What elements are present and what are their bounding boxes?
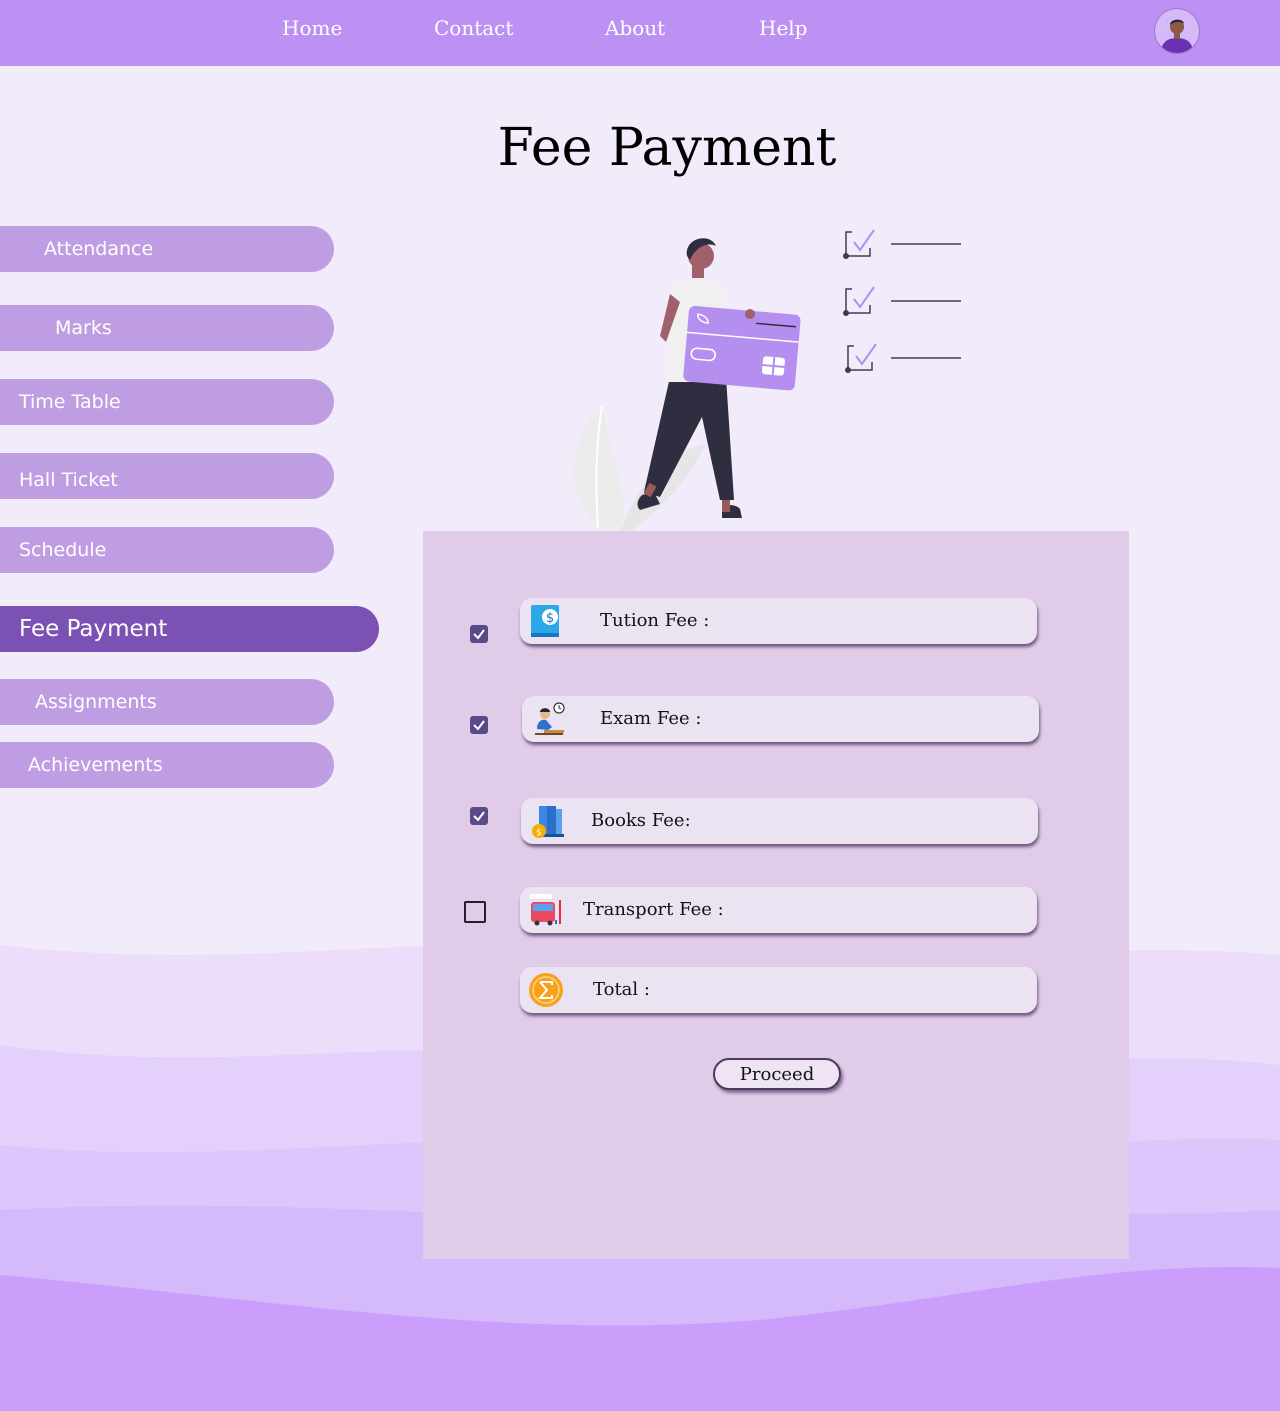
sidebar-item-achievements[interactable]: Achievements	[0, 742, 334, 788]
exam-fee-row[interactable]: Exam Fee :	[522, 696, 1039, 742]
user-avatar[interactable]	[1154, 8, 1200, 54]
tuition-book-dollar-icon: $	[531, 605, 559, 637]
transport-fee-label: Transport Fee :	[583, 899, 724, 920]
checkmark-icon	[473, 629, 485, 640]
sidebar-item-fee-payment[interactable]: Fee Payment	[0, 606, 379, 652]
books-fee-label: Books Fee:	[591, 810, 691, 831]
books-coins-icon: $	[532, 806, 564, 838]
nav-home-link[interactable]: Home	[282, 16, 342, 40]
svg-text:$: $	[536, 828, 542, 838]
sigma-coin-icon	[529, 973, 563, 1007]
total-label: Total :	[593, 979, 650, 1000]
transport-fee-row[interactable]: Transport Fee :	[520, 887, 1037, 933]
nav-contact-link[interactable]: Contact	[434, 16, 513, 40]
payment-illustration	[574, 229, 961, 532]
total-row: Total :	[520, 967, 1037, 1013]
sidebar-item-marks[interactable]: Marks	[0, 305, 334, 351]
nav-about-link[interactable]: About	[605, 16, 665, 40]
exam-fee-checkbox[interactable]	[470, 716, 488, 734]
books-fee-checkbox[interactable]	[470, 807, 488, 825]
tuition-fee-checkbox[interactable]	[470, 625, 488, 643]
sidebar-item-assignments[interactable]: Assignments	[0, 679, 334, 725]
checkmark-icon	[473, 811, 485, 822]
student-writing-exam-icon	[535, 702, 565, 735]
sidebar-item-attendance[interactable]: Attendance	[0, 226, 334, 272]
sidebar-item-time-table[interactable]: Time Table	[0, 379, 334, 425]
nav-help-link[interactable]: Help	[759, 16, 807, 40]
books-fee-row[interactable]: $ Books Fee:	[521, 798, 1038, 844]
user-profile-icon	[1155, 9, 1199, 53]
top-navbar: Home Contact About Help	[0, 0, 1280, 66]
fee-panel: $ Tution Fee : Exam Fee : $ Books Fee: T…	[423, 531, 1129, 1259]
svg-text:$: $	[546, 611, 554, 626]
tuition-fee-label: Tution Fee :	[600, 610, 710, 631]
page-title: Fee Payment	[497, 118, 837, 178]
transport-fee-checkbox[interactable]	[464, 901, 486, 923]
checkmark-icon	[473, 720, 485, 731]
checklist-icon	[843, 229, 961, 373]
bus-transport-icon	[530, 894, 561, 926]
sidebar-item-hall-ticket[interactable]: Hall Ticket	[0, 453, 334, 499]
proceed-button[interactable]: Proceed	[713, 1058, 841, 1090]
sidebar-item-schedule[interactable]: Schedule	[0, 527, 334, 573]
exam-fee-label: Exam Fee :	[600, 708, 702, 729]
tuition-fee-row[interactable]: $ Tution Fee :	[520, 598, 1037, 644]
